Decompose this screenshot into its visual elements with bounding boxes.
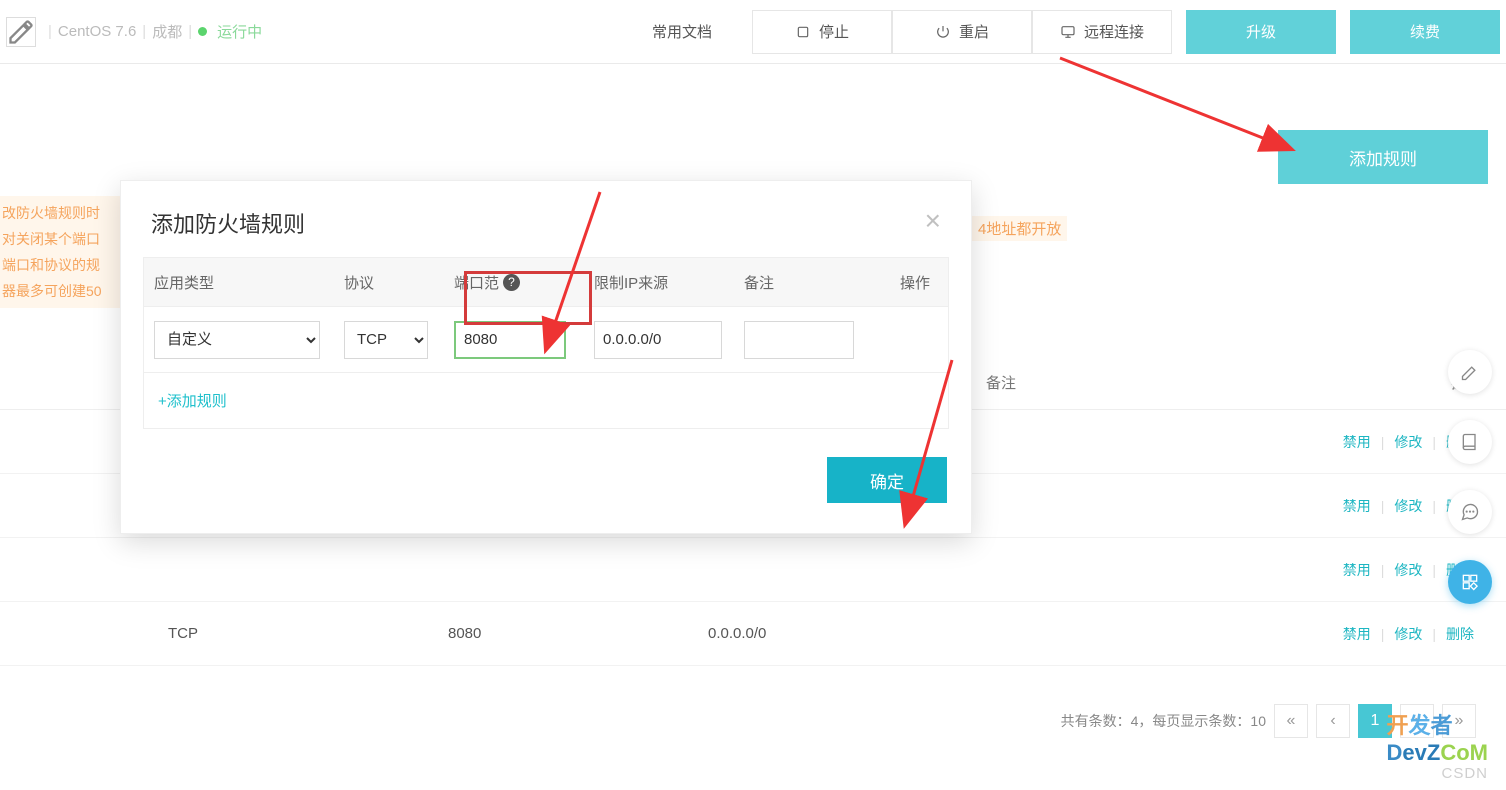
page-last[interactable]: »	[1442, 704, 1476, 738]
warning-banner: 改防火墙规则时 对关闭某个端口 端口和协议的规 器最多可创建50	[0, 196, 120, 308]
region-label: 成都	[152, 21, 182, 42]
disable-link[interactable]: 禁用	[1343, 432, 1371, 452]
apps-tool-icon[interactable]	[1448, 560, 1492, 604]
book-tool-icon[interactable]	[1448, 420, 1492, 464]
close-icon[interactable]: ×	[925, 207, 941, 235]
col-app-type: 应用类型	[144, 272, 334, 293]
edit-link[interactable]: 修改	[1394, 496, 1422, 516]
add-rule-row: 添加规则	[0, 130, 1506, 184]
disable-link[interactable]: 禁用	[1343, 624, 1371, 644]
docs-link[interactable]: 常用文档	[612, 10, 752, 54]
stop-icon	[795, 24, 811, 40]
pagination: 共有条数：4，每页显示条数：10 « ‹ 1 › »	[1061, 704, 1476, 738]
ip-input[interactable]	[594, 321, 722, 359]
add-line-row: +添加规则	[144, 372, 948, 428]
power-icon	[935, 24, 951, 40]
page-prev[interactable]: ‹	[1316, 704, 1350, 738]
col-port-range: 端口范 ?	[444, 272, 584, 293]
modal-table-header: 应用类型 协议 端口范 ? 限制IP来源 备注 操作	[144, 258, 948, 306]
confirm-button[interactable]: 确定	[827, 457, 947, 503]
remote-connect-button[interactable]: 远程连接	[1032, 10, 1172, 54]
status-label: 运行中	[217, 21, 262, 42]
top-bar: | CentOS 7.6 | 成都 | 运行中 常用文档 停止 重启 远程连接 …	[0, 0, 1506, 64]
status-dot-icon	[198, 27, 207, 36]
help-icon[interactable]: ?	[503, 274, 520, 291]
breadcrumb: | CentOS 7.6 | 成都 | 运行中	[48, 21, 262, 42]
col-protocol: 协议	[334, 272, 444, 293]
warning-banner-right: 4地址都开放	[972, 216, 1067, 241]
stop-button[interactable]: 停止	[752, 10, 892, 54]
protocol-select[interactable]: TCP	[344, 321, 428, 359]
port-input[interactable]	[454, 321, 566, 359]
disable-link[interactable]: 禁用	[1343, 560, 1371, 580]
app-type-select[interactable]: 自定义	[154, 321, 320, 359]
csdn-watermark: CSDN	[1441, 765, 1488, 782]
os-label: CentOS 7.6	[58, 23, 136, 40]
remark-input[interactable]	[744, 321, 854, 359]
edit-link[interactable]: 修改	[1394, 624, 1422, 644]
chat-tool-icon[interactable]	[1448, 490, 1492, 534]
table-row: 禁用| 修改| 删除	[0, 538, 1506, 602]
col-note: 备注	[986, 372, 1126, 393]
modal-table: 应用类型 协议 端口范 ? 限制IP来源 备注 操作 自定义 T	[143, 257, 949, 429]
page-1[interactable]: 1	[1358, 704, 1392, 738]
col-ops: 操作	[854, 272, 948, 293]
edit-link[interactable]: 修改	[1394, 432, 1422, 452]
add-firewall-rule-modal: 添加防火墙规则 × 应用类型 协议 端口范 ? 限制IP来源 备注 操作 自定义	[120, 180, 972, 534]
monitor-icon	[1060, 24, 1076, 40]
col-limit-ip: 限制IP来源	[584, 272, 734, 293]
add-rule-line-link[interactable]: +添加规则	[158, 390, 227, 411]
modal-title: 添加防火墙规则	[151, 207, 305, 239]
delete-link[interactable]: 删除	[1446, 624, 1474, 644]
modal-rule-row: 自定义 TCP	[144, 306, 948, 372]
table-row: TCP 8080 0.0.0.0/0 禁用| 修改| 删除	[0, 602, 1506, 666]
col-remark: 备注	[734, 272, 854, 293]
renew-button[interactable]: 续费	[1350, 10, 1500, 54]
float-tools	[1448, 350, 1492, 604]
disable-link[interactable]: 禁用	[1343, 496, 1371, 516]
page-first[interactable]: «	[1274, 704, 1308, 738]
pencil-tool-icon[interactable]	[1448, 350, 1492, 394]
upgrade-button[interactable]: 升级	[1186, 10, 1336, 54]
add-rule-button[interactable]: 添加规则	[1278, 130, 1488, 184]
page-next[interactable]: ›	[1400, 704, 1434, 738]
edit-icon-button[interactable]	[6, 17, 36, 47]
pagination-summary: 共有条数：4，每页显示条数：10	[1061, 711, 1266, 731]
restart-button[interactable]: 重启	[892, 10, 1032, 54]
edit-link[interactable]: 修改	[1394, 560, 1422, 580]
